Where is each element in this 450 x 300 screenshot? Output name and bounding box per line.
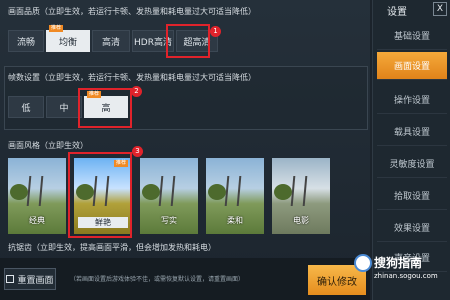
option-label: 中 [59, 103, 69, 114]
quality-option-balanced[interactable]: 推荐 均衡 [46, 25, 90, 52]
tree-shape [274, 184, 292, 200]
settings-main-panel: 画面品质（立即生效，若运行卡顿、发热量和耗电量过大可适当降低） 流畅 推荐 均衡… [0, 0, 370, 300]
quality-section-title: 画面品质（立即生效，若运行卡顿、发热量和耗电量过大可适当降低） [8, 7, 256, 16]
sidebar-item-pickup[interactable]: 拾取设置 [377, 182, 447, 210]
style-options: 经典 推荐 鲜艳 写实 柔和 电影 [8, 158, 338, 234]
style-label: 写实 [161, 216, 177, 225]
antialias-section-title: 抗锯齿（立即生效，提高画面平滑，但会增加发热和耗电） [8, 243, 216, 252]
annotation-box-1 [166, 24, 210, 58]
reset-label: 重置画面 [17, 275, 54, 286]
sidebar-item-vehicle[interactable]: 载具设置 [377, 118, 447, 146]
option-label: 低 [21, 103, 31, 114]
tower-shape [158, 176, 176, 206]
close-icon[interactable]: X [433, 2, 447, 16]
annotation-box-2 [78, 88, 132, 128]
reset-icon [6, 275, 15, 283]
framerate-section-title: 帧数设置（立即生效，若运行卡顿、发热量和耗电量过大可适当降低） [8, 73, 256, 82]
annotation-number-3: 3 [132, 146, 143, 157]
tower-shape [290, 176, 308, 206]
style-option-classic[interactable]: 经典 [8, 158, 66, 234]
option-label: 流畅 [16, 37, 35, 48]
sidebar-item-display[interactable]: 画面设置 [377, 52, 447, 80]
sidebar-item-effects[interactable]: 效果设置 [377, 214, 447, 242]
watermark-url: zhinan.sogou.com [374, 272, 438, 280]
style-label: 经典 [29, 216, 45, 225]
quality-option-hd[interactable]: 高清 [92, 30, 130, 52]
tower-shape [224, 176, 242, 206]
annotation-number-1: 1 [210, 26, 221, 37]
style-section-title: 画面风格（立即生效） [8, 141, 88, 150]
option-label: 均衡 [58, 37, 77, 48]
style-option-realistic[interactable]: 写实 [140, 158, 198, 234]
annotation-number-2: 2 [131, 86, 142, 97]
sidebar-header: 设置 X [373, 0, 450, 20]
sogou-logo-icon [354, 254, 372, 272]
framerate-option-medium[interactable]: 中 [46, 96, 82, 118]
tree-shape [208, 184, 226, 200]
bottom-bar: 重置画面 （若画面设置后游戏体验不佳，或需恢复默认设置，请重置画面） 确认修改 [0, 258, 370, 300]
sidebar-item-basic[interactable]: 基础设置 [377, 22, 447, 50]
style-label: 电影 [293, 216, 309, 225]
style-option-soft[interactable]: 柔和 [206, 158, 264, 234]
tree-shape [142, 184, 160, 200]
reset-display-button[interactable]: 重置画面 [4, 268, 56, 290]
reset-note: （若画面设置后游戏体验不佳，或需恢复默认设置，请重置画面） [70, 276, 245, 283]
tree-shape [10, 184, 28, 200]
sogou-watermark: 搜狗指南 zhinan.sogou.com [352, 252, 450, 296]
tower-shape [26, 176, 44, 206]
recommended-tag: 推荐 [49, 25, 64, 32]
quality-option-smooth[interactable]: 流畅 [8, 30, 44, 52]
framerate-option-low[interactable]: 低 [8, 96, 44, 118]
style-option-film[interactable]: 电影 [272, 158, 330, 234]
option-label: 高清 [101, 37, 120, 48]
sidebar-item-sensitivity[interactable]: 灵敏度设置 [377, 150, 447, 178]
annotation-box-3 [68, 152, 132, 238]
watermark-text: 搜狗指南 [374, 256, 423, 270]
sidebar-item-controls[interactable]: 操作设置 [377, 86, 447, 114]
sidebar-title: 设置 [387, 6, 407, 18]
style-label: 柔和 [227, 216, 243, 225]
